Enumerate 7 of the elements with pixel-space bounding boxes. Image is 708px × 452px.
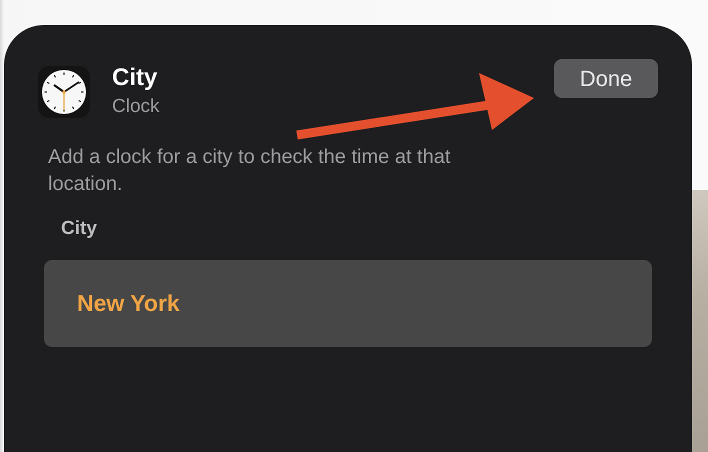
done-button[interactable]: Done <box>554 59 658 98</box>
clock-icon <box>38 66 90 118</box>
description-text: Add a clock for a city to check the time at that location. <box>48 145 452 197</box>
widget-title: City <box>112 64 158 92</box>
field-label: City <box>61 218 98 240</box>
widget-subtitle: Clock <box>112 96 161 118</box>
city-field[interactable]: New York <box>44 260 652 347</box>
